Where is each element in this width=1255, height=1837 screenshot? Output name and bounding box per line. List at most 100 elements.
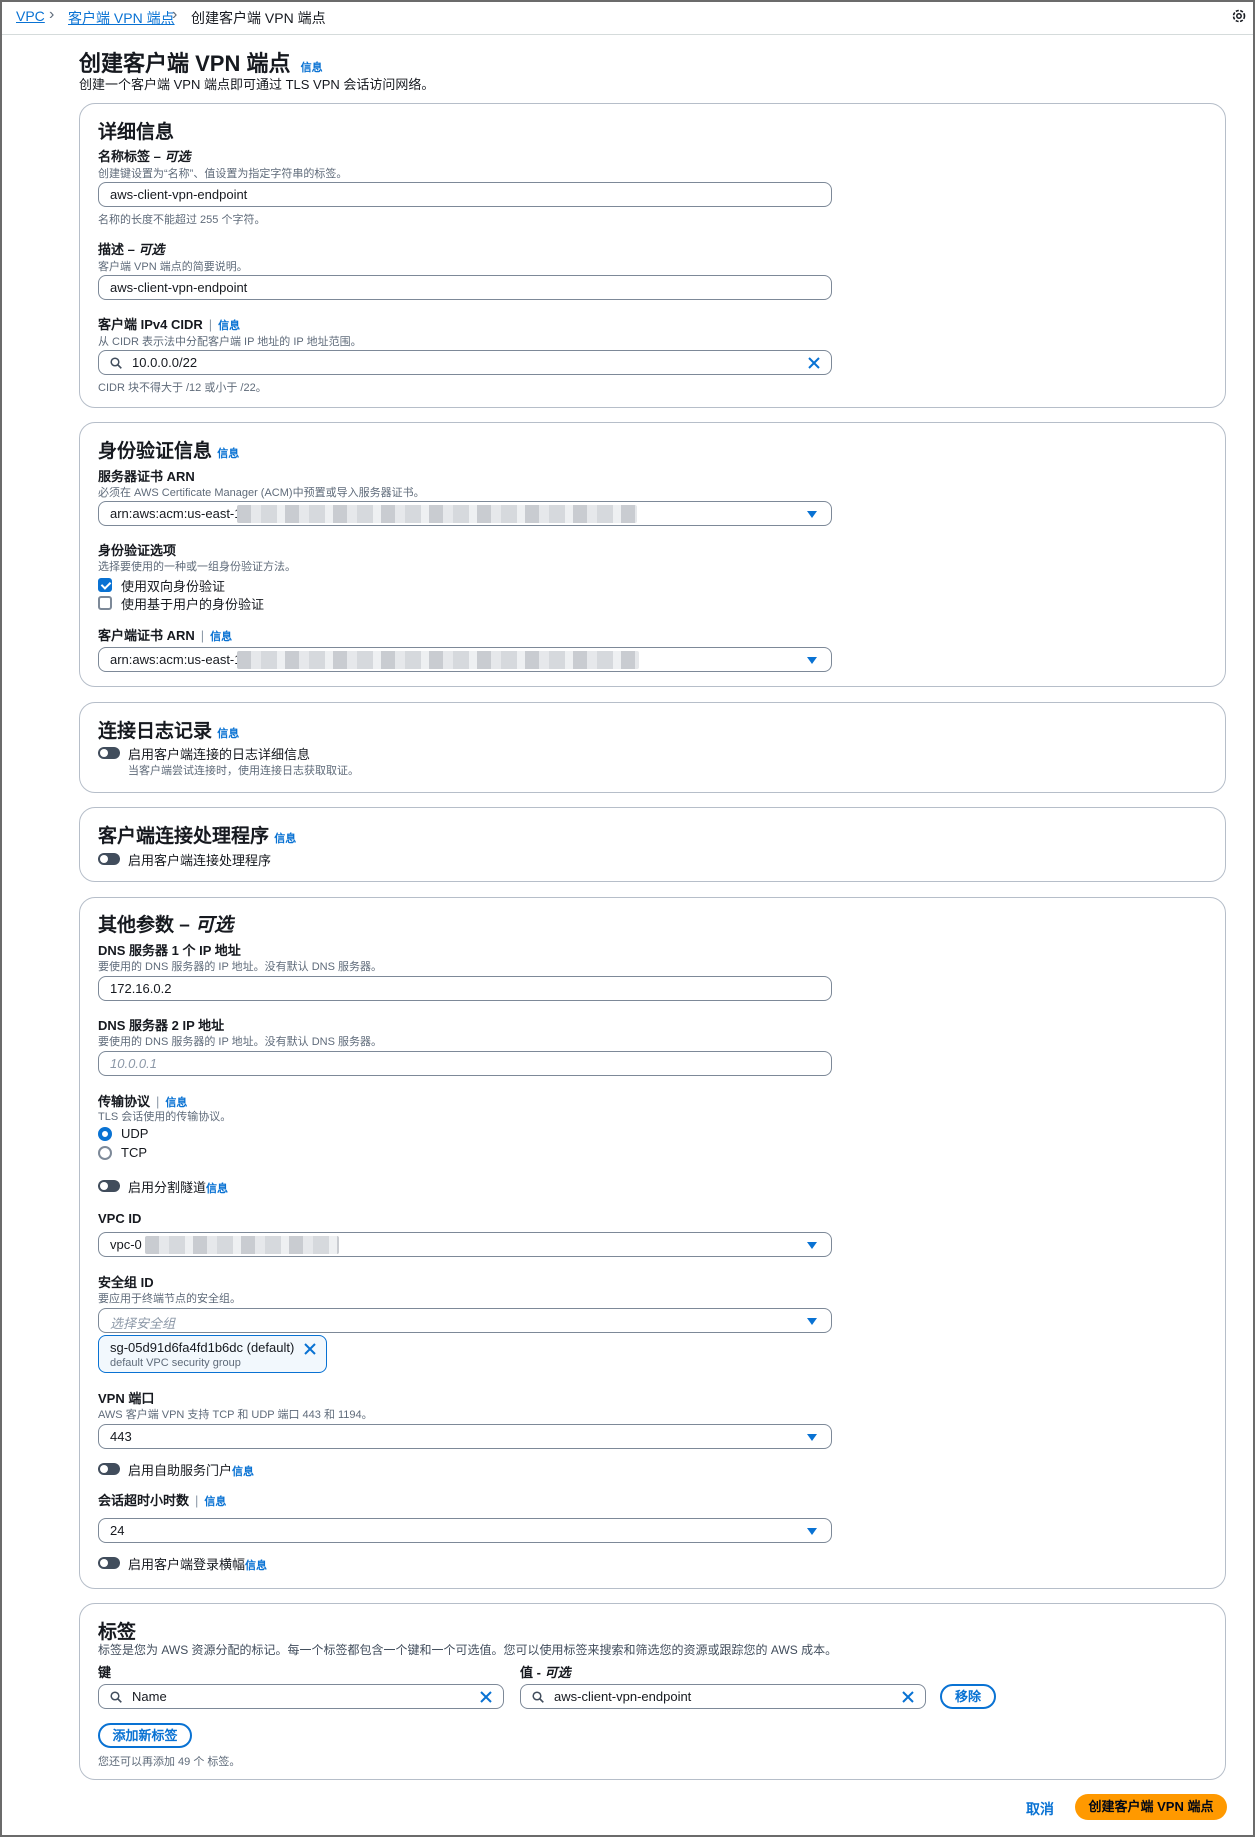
breadcrumb-client-vpn-endpoints[interactable]: 客户端 VPN 端点: [68, 8, 175, 28]
auth-options-label: 身份验证选项: [98, 543, 177, 558]
other-params-title: 其他参数 – 可选: [98, 915, 234, 936]
name-tag-input[interactable]: aws-client-vpn-endpoint: [98, 182, 832, 207]
token-desc: default VPC security group: [110, 1357, 241, 1369]
self-service-toggle[interactable]: [98, 1463, 120, 1475]
logging-toggle-label: 启用客户端连接的日志详细信息: [128, 747, 311, 762]
details-section: 详细信息 名称标签 – 可选 创建键设置为“名称”、值设置为指定字符串的标签。 …: [79, 103, 1226, 408]
udp-label: UDP: [121, 1126, 149, 1141]
redacted-arn: [237, 651, 639, 669]
chevron-right-icon: ›: [49, 6, 55, 23]
header-divider: [2, 34, 1253, 35]
logging-toggle-desc: 当客户端尝试连接时，使用连接日志获取取证。: [128, 765, 359, 777]
remove-tag-button[interactable]: 移除: [940, 1684, 996, 1709]
transport-desc: TLS 会话使用的传输协议。: [98, 1111, 232, 1123]
logging-section: 连接日志记录 信息 启用客户端连接的日志详细信息 当客户端尝试连接时，使用连接日…: [79, 702, 1226, 793]
cancel-button[interactable]: 取消: [1026, 1799, 1054, 1819]
dns1-input[interactable]: 172.16.0.2: [98, 976, 832, 1001]
remove-token-icon[interactable]: [303, 1342, 317, 1356]
split-tunnel-toggle[interactable]: [98, 1180, 120, 1192]
auth-info-link[interactable]: 信息: [217, 448, 239, 460]
vpn-port-desc: AWS 客户端 VPN 支持 TCP 和 UDP 端口 443 和 1194。: [98, 1409, 373, 1421]
settings-gear-icon[interactable]: [1231, 8, 1247, 24]
cidr-hint: CIDR 块不得大于 /12 或小于 /22。: [98, 382, 267, 394]
page-info-link[interactable]: 信息: [301, 62, 323, 74]
handler-info-link[interactable]: 信息: [274, 833, 296, 845]
cidr-input[interactable]: 10.0.0.0/22: [98, 350, 832, 375]
session-timeout-info-link[interactable]: 信息: [204, 1496, 226, 1508]
auth-section: 身份验证信息 信息 服务器证书 ARN 必须在 AWS Certificate …: [79, 422, 1226, 687]
search-icon: [110, 357, 122, 369]
server-cert-desc: 必须在 AWS Certificate Manager (ACM)中预置或导入服…: [98, 487, 425, 499]
dns2-desc: 要使用的 DNS 服务器的 IP 地址。没有默认 DNS 服务器。: [98, 1036, 382, 1048]
session-timeout-select[interactable]: 24: [98, 1518, 832, 1543]
description-input[interactable]: aws-client-vpn-endpoint: [98, 275, 832, 300]
caret-down-icon: [807, 657, 817, 664]
vpn-port-select[interactable]: 443: [98, 1424, 832, 1449]
tcp-label: TCP: [121, 1145, 147, 1160]
token-id: sg-05d91d6fa4fd1b6dc (default): [110, 1340, 295, 1355]
breadcrumb-current: 创建客户端 VPN 端点: [191, 10, 326, 26]
dns2-input[interactable]: 10.0.0.1: [98, 1051, 832, 1076]
logging-title: 连接日志记录 信息: [98, 721, 240, 742]
caret-down-icon: [807, 1528, 817, 1535]
clear-icon[interactable]: [807, 356, 821, 370]
session-timeout-label: 会话超时小时数 | 信息: [98, 1493, 227, 1508]
breadcrumb-vpc[interactable]: VPC: [16, 8, 45, 24]
security-group-desc: 要应用于终端节点的安全组。: [98, 1293, 241, 1305]
name-tag-desc: 创建键设置为“名称”、值设置为指定字符串的标签。: [98, 168, 348, 180]
client-cert-select[interactable]: arn:aws:acm:us-east-1: [98, 647, 832, 672]
cidr-info-link[interactable]: 信息: [218, 320, 240, 332]
tcp-radio[interactable]: [98, 1146, 112, 1160]
client-cert-info-link[interactable]: 信息: [210, 631, 232, 643]
dns1-desc: 要使用的 DNS 服务器的 IP 地址。没有默认 DNS 服务器。: [98, 961, 382, 973]
caret-down-icon: [807, 1434, 817, 1441]
client-cert-label: 客户端证书 ARN | 信息: [98, 628, 233, 643]
description-desc: 客户端 VPN 端点的简要说明。: [98, 261, 248, 273]
server-cert-select[interactable]: arn:aws:acm:us-east-1: [98, 501, 832, 526]
banner-toggle[interactable]: [98, 1557, 120, 1569]
udp-radio[interactable]: [98, 1127, 112, 1141]
vpc-id-select[interactable]: vpc-0: [98, 1232, 832, 1257]
handler-title: 客户端连接处理程序 信息: [98, 826, 297, 847]
tag-value-label: 值 - 可选: [520, 1665, 571, 1680]
logging-toggle[interactable]: [98, 747, 120, 759]
tags-hint: 您还可以再添加 49 个 标签。: [98, 1756, 241, 1768]
banner-label: 启用客户端登录横幅信息: [128, 1557, 268, 1572]
vpc-id-label: VPC ID: [98, 1211, 142, 1226]
cidr-label: 客户端 IPv4 CIDR | 信息: [98, 317, 241, 332]
tag-key-label: 键: [98, 1665, 112, 1680]
name-tag-hint: 名称的长度不能超过 255 个字符。: [98, 214, 266, 226]
mutual-auth-checkbox[interactable]: [98, 578, 112, 592]
auth-title: 身份验证信息 信息: [98, 441, 240, 462]
user-auth-label: 使用基于用户的身份验证: [121, 597, 265, 612]
name-tag-label: 名称标签 – 可选: [98, 149, 191, 164]
split-tunnel-info-link[interactable]: 信息: [206, 1183, 228, 1195]
security-group-token: sg-05d91d6fa4fd1b6dc (default) default V…: [98, 1335, 327, 1373]
tag-key-input[interactable]: Name: [98, 1684, 504, 1709]
add-tag-button[interactable]: 添加新标签: [98, 1723, 192, 1748]
vpn-port-label: VPN 端口: [98, 1391, 155, 1406]
self-service-info-link[interactable]: 信息: [232, 1466, 254, 1478]
banner-info-link[interactable]: 信息: [245, 1560, 267, 1572]
dns2-label: DNS 服务器 2 IP 地址: [98, 1018, 225, 1033]
caret-down-icon: [807, 1242, 817, 1249]
cidr-desc: 从 CIDR 表示法中分配客户端 IP 地址的 IP 地址范围。: [98, 336, 362, 348]
user-auth-checkbox[interactable]: [98, 596, 112, 610]
page-description: 创建一个客户端 VPN 端点即可通过 TLS VPN 会话访问网络。: [79, 77, 435, 92]
other-params-section: 其他参数 – 可选 DNS 服务器 1 个 IP 地址 要使用的 DNS 服务器…: [79, 897, 1226, 1589]
chevron-right-icon: ›: [172, 6, 178, 23]
self-service-label: 启用自助服务门户信息: [128, 1463, 255, 1478]
split-tunnel-label: 启用分割隧道信息: [128, 1180, 229, 1195]
security-group-select[interactable]: 选择安全组: [98, 1308, 832, 1333]
tag-value-input[interactable]: aws-client-vpn-endpoint: [520, 1684, 926, 1709]
security-group-label: 安全组 ID: [98, 1275, 154, 1290]
handler-toggle[interactable]: [98, 853, 120, 865]
tags-desc: 标签是您为 AWS 资源分配的标记。每一个标签都包含一个键和一个可选值。您可以使…: [98, 1643, 838, 1657]
create-endpoint-button[interactable]: 创建客户端 VPN 端点: [1075, 1794, 1227, 1820]
server-cert-label: 服务器证书 ARN: [98, 469, 195, 484]
description-label: 描述 – 可选: [98, 242, 165, 257]
dns1-label: DNS 服务器 1 个 IP 地址: [98, 943, 241, 958]
logging-info-link[interactable]: 信息: [217, 728, 239, 740]
clear-icon[interactable]: [901, 1690, 915, 1704]
clear-icon[interactable]: [479, 1690, 493, 1704]
